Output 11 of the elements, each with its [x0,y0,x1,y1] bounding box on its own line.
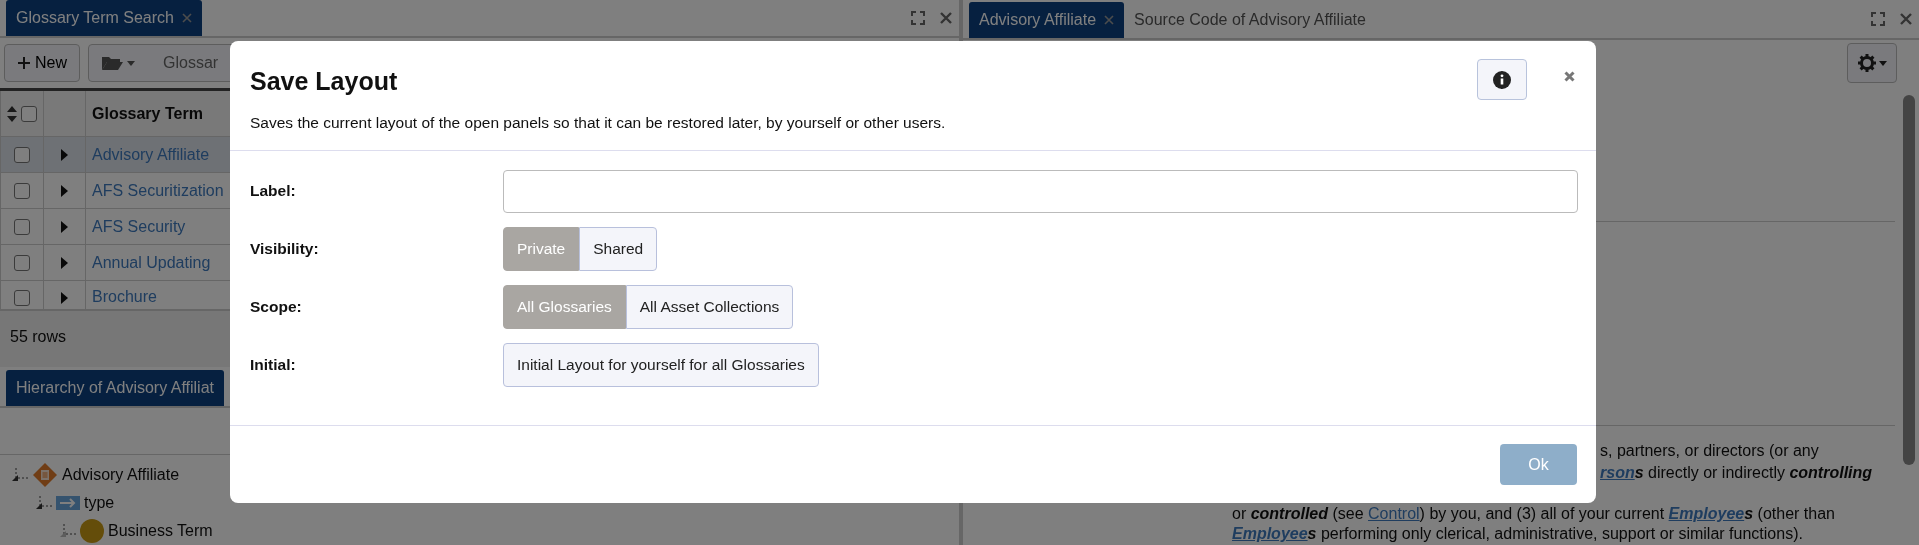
paragraph-line: rsons directly or indirectly controlling [1600,463,1873,483]
field-label: Label: [250,181,297,202]
field-label: Scope: [250,297,303,318]
glossary-selector-text: Glossar [163,53,219,73]
dialog-description: Saves the current layout of the open panels so that it can be restored later, by yourself or other users. [250,112,947,133]
paragraph-line: s, partners, or directors (or any [1600,441,1819,461]
row-count: 55 rows [10,328,67,345]
paragraph-line: Employees performing only clerical, administrative, support or similar functions). [1232,524,1803,544]
paragraph-line: or controlled (see Control) by you, and (3) all of your current Employees (other than [1232,504,1835,524]
field-label: Initial: [250,355,297,376]
field-label: Visibility: [250,239,320,260]
